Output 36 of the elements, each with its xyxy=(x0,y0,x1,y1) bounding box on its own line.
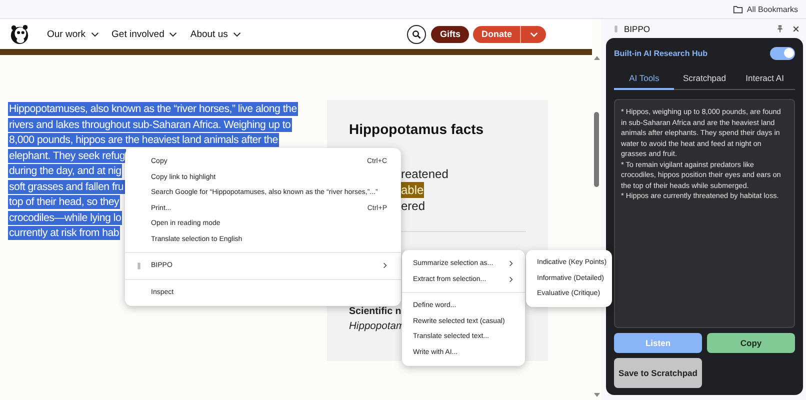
facts-title: Hippopotamus facts xyxy=(349,121,485,137)
donate-button[interactable]: Donate xyxy=(473,26,520,42)
tab[interactable]: Interact AI xyxy=(734,69,795,90)
copy-button[interactable]: Copy xyxy=(707,333,795,353)
chevron-down-icon xyxy=(169,32,178,36)
status-label: ered xyxy=(401,198,426,214)
scrollbar-thumb[interactable] xyxy=(594,112,599,187)
folder-icon xyxy=(732,4,743,14)
gifts-button[interactable]: Gifts xyxy=(430,26,470,42)
tab[interactable]: Scratchpad xyxy=(674,69,735,90)
pin-icon[interactable] xyxy=(776,24,784,32)
nav-menu-item[interactable]: About us xyxy=(190,28,241,40)
save-button[interactable]: Save to Scratchpad xyxy=(614,358,702,388)
extension-icon xyxy=(137,262,141,270)
scientific-name-label: Scientific n xyxy=(349,306,402,317)
scientific-name-value: Hippopotam xyxy=(349,321,405,332)
chevron-down-icon xyxy=(90,32,99,36)
scroll-up-icon[interactable] xyxy=(594,56,600,60)
status-label: reatened xyxy=(401,166,448,182)
scroll-down-icon[interactable] xyxy=(594,393,600,397)
chevron-down-icon xyxy=(232,32,241,36)
status-label: able xyxy=(401,182,424,198)
tab[interactable]: AI Tools xyxy=(614,69,674,90)
nav-menu-item[interactable]: Get involved xyxy=(112,28,178,40)
toggle-switch[interactable] xyxy=(770,46,795,60)
panel-title: BIPPO xyxy=(624,24,650,34)
bookmarks-link[interactable]: All Bookmarks xyxy=(746,4,798,14)
panda-logo[interactable] xyxy=(9,24,30,44)
hub-title: Built-in AI Research Hub xyxy=(614,48,708,58)
extension-icon xyxy=(614,24,618,32)
close-icon[interactable] xyxy=(792,24,800,32)
donate-dropdown-button[interactable] xyxy=(520,26,546,42)
search-icon xyxy=(412,30,421,38)
nav-menu-item[interactable]: Our work xyxy=(47,28,99,40)
caret-icon xyxy=(530,32,538,36)
search-button[interactable] xyxy=(406,24,426,44)
